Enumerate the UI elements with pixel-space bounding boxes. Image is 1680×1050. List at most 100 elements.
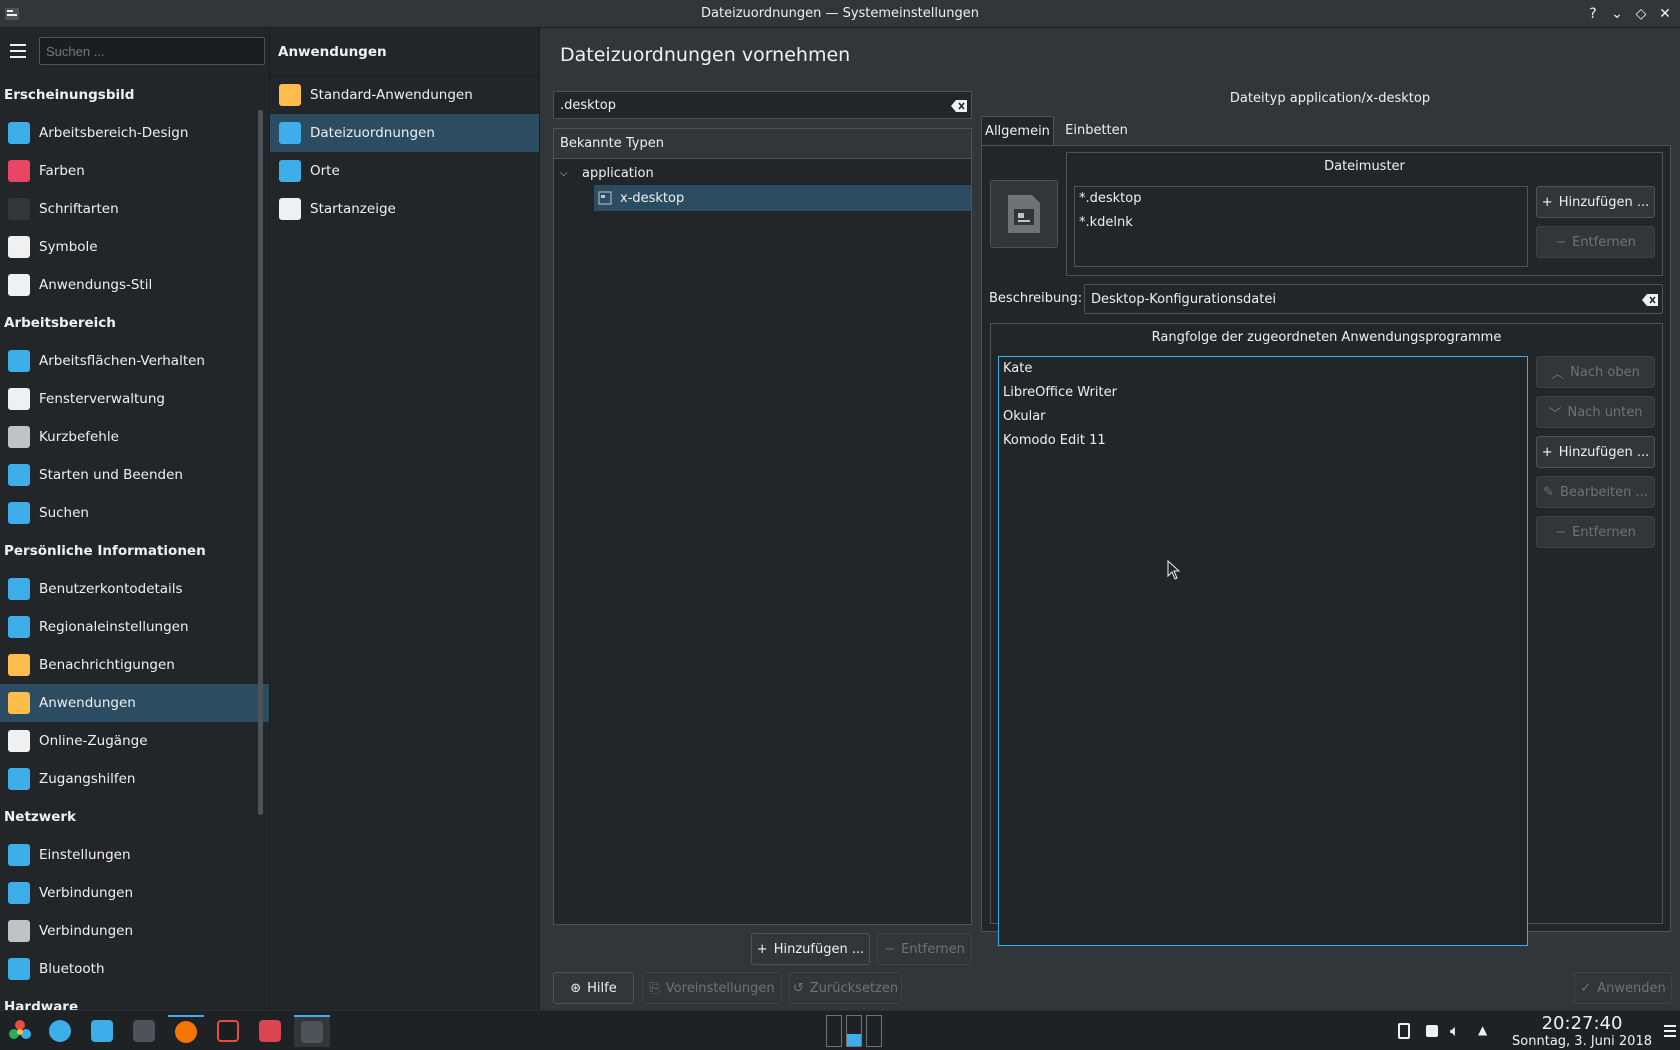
known-types-tree[interactable]: Bekannte Typen ⌵ application x-desktop <box>553 128 972 925</box>
sidebar-item[interactable]: Kurzbefehle <box>0 418 269 456</box>
remove-pattern-button[interactable]: − Entfernen <box>1536 226 1655 258</box>
list-item[interactable]: Komodo Edit 11 <box>1003 433 1106 448</box>
sidebar-item-label: Kurzbefehle <box>39 429 119 445</box>
tab-general[interactable]: Allgemein <box>981 116 1054 146</box>
plus-icon: + <box>1541 194 1553 210</box>
lock-icon[interactable] <box>1426 1025 1438 1037</box>
edit-app-button[interactable]: ✎ Bearbeiten ... <box>1536 476 1655 508</box>
list-item[interactable]: *.desktop <box>1079 191 1142 206</box>
subpanel-item[interactable]: Dateizuordnungen <box>270 114 539 152</box>
filter-field[interactable]: .desktop <box>553 91 972 119</box>
add-type-button[interactable]: + Hinzufügen ... <box>751 933 870 965</box>
sidebar-item[interactable]: Regionaleinstellungen <box>0 608 269 646</box>
panel-menu-icon[interactable] <box>1664 1025 1676 1037</box>
description-input[interactable]: Desktop-Konfigurationsdatei <box>1091 292 1276 307</box>
apply-button[interactable]: ✓ Anwenden <box>1574 972 1672 1004</box>
sidebar-item[interactable]: Bluetooth <box>0 950 269 988</box>
minimize-button[interactable]: ⌄ <box>1608 4 1626 24</box>
fonts-icon <box>8 198 30 220</box>
list-item[interactable]: Okular <box>1003 409 1046 424</box>
app-launcher-icon[interactable] <box>2 1015 38 1047</box>
reset-button[interactable]: ↺ Zurücksetzen <box>789 972 902 1004</box>
defaults-button[interactable]: ⎘ Voreinstellungen <box>642 972 782 1004</box>
sidebar-scrollbar[interactable] <box>258 110 263 815</box>
desktop-file-icon <box>598 191 612 205</box>
subpanel-item-label: Startanzeige <box>310 201 396 217</box>
tab-embedding[interactable]: Einbetten <box>1054 116 1139 146</box>
sidebar-item[interactable]: Verbindungen <box>0 874 269 912</box>
help-window-button[interactable]: ? <box>1584 4 1602 24</box>
sidebar-category-heading: Persönliche Informationen <box>4 543 206 559</box>
subpanel-item[interactable]: Orte <box>270 152 539 190</box>
pager-desktop-1[interactable] <box>826 1015 842 1047</box>
firefox-task-icon[interactable] <box>168 1015 204 1047</box>
star-icon <box>279 84 301 106</box>
category-sidebar: Erscheinungsbild Arbeitsbereich-Design Far… <box>0 28 270 1010</box>
sidebar-item[interactable]: Verbindungen <box>0 912 269 950</box>
move-down-button[interactable]: ﹀ Nach unten <box>1536 396 1655 428</box>
sidebar-item[interactable]: Anwendungs-Stil <box>0 266 269 304</box>
colors-icon <box>8 160 30 182</box>
sidebar-item[interactable]: Anwendungen <box>0 684 269 722</box>
remove-type-button[interactable]: − Entfernen <box>877 933 972 965</box>
sidebar-item[interactable]: Schriftarten <box>0 190 269 228</box>
description-field[interactable]: Desktop-Konfigurationsdatei <box>1084 284 1663 314</box>
pager-desktop-2[interactable] <box>846 1015 862 1047</box>
sidebar-item[interactable]: Arbeitsflächen-Verhalten <box>0 342 269 380</box>
patterns-list[interactable]: *.desktop *.kdelnk <box>1074 186 1528 267</box>
sidebar-item-label: Bluetooth <box>39 961 105 977</box>
sidebar-item[interactable]: Symbole <box>0 228 269 266</box>
remove-app-button[interactable]: − Entfernen <box>1536 516 1655 548</box>
sidebar-item[interactable]: Arbeitsbereich-Design <box>0 114 269 152</box>
subpanel-item-label: Standard-Anwendungen <box>310 87 473 103</box>
clear-description-icon[interactable] <box>1642 294 1658 306</box>
launch-feedback-icon <box>279 198 301 220</box>
clear-filter-icon[interactable] <box>951 100 967 112</box>
terminal-task-icon[interactable] <box>126 1015 162 1047</box>
clipboard-icon[interactable] <box>1398 1023 1410 1039</box>
sidebar-item[interactable]: Fensterverwaltung <box>0 380 269 418</box>
filezilla-task-icon[interactable] <box>252 1015 288 1047</box>
chevron-down-icon[interactable]: ⌵ <box>560 168 572 179</box>
sidebar-item[interactable]: Starten und Beenden <box>0 456 269 494</box>
sidebar-search-input[interactable] <box>39 37 265 65</box>
help-button[interactable]: ⊛ Hilfe <box>553 972 634 1004</box>
system-settings-task-icon[interactable] <box>294 1015 330 1047</box>
subpanel-item[interactable]: Startanzeige <box>270 190 539 228</box>
close-button[interactable]: ✕ <box>1656 4 1674 24</box>
pager-desktop-3[interactable] <box>866 1015 882 1047</box>
filetype-icon-button[interactable] <box>990 180 1058 248</box>
add-app-button[interactable]: + Hinzufügen ... <box>1536 436 1655 468</box>
volume-icon[interactable]: 🔈︎ <box>1450 1021 1460 1041</box>
expand-tray-icon[interactable]: ▲ <box>1478 1023 1487 1037</box>
apps-list[interactable]: Kate LibreOffice Writer Okular Komodo Ed… <box>998 356 1528 946</box>
pager[interactable] <box>826 1015 890 1047</box>
sidebar-item[interactable]: Benutzerkontodetails <box>0 570 269 608</box>
sidebar-item-label: Anwendungen <box>39 695 136 711</box>
komodo-task-icon[interactable] <box>210 1015 246 1047</box>
tree-group-application[interactable]: ⌵ application <box>560 161 654 185</box>
file-manager-task-icon[interactable] <box>84 1015 120 1047</box>
title-bar: Dateizuordnungen — Systemeinstellungen ?… <box>0 0 1680 28</box>
list-item[interactable]: Kate <box>1003 361 1032 376</box>
sidebar-item[interactable]: Benachrichtigungen <box>0 646 269 684</box>
maximize-button[interactable]: ◇ <box>1632 4 1650 24</box>
list-item[interactable]: LibreOffice Writer <box>1003 385 1117 400</box>
sidebar-item[interactable]: Suchen <box>0 494 269 532</box>
sidebar-item[interactable]: Farben <box>0 152 269 190</box>
list-item[interactable]: *.kdelnk <box>1079 215 1133 230</box>
sidebar-item[interactable]: Zugangshilfen <box>0 760 269 798</box>
mouse-cursor-icon <box>1167 560 1181 580</box>
sidebar-item-label: Symbole <box>39 239 98 255</box>
move-up-button[interactable]: ︿ Nach oben <box>1536 356 1655 388</box>
browser-task-icon[interactable] <box>42 1015 78 1047</box>
subpanel-item[interactable]: Standard-Anwendungen <box>270 76 539 114</box>
tree-item-x-desktop[interactable]: x-desktop <box>594 185 971 211</box>
main-content: Dateizuordnungen vornehmen .desktop Beka… <box>540 28 1680 1010</box>
hamburger-menu-icon[interactable] <box>10 44 26 58</box>
add-pattern-button[interactable]: + Hinzufügen ... <box>1536 186 1655 218</box>
sidebar-item[interactable]: Online-Zugänge <box>0 722 269 760</box>
digital-clock[interactable]: 20:27:40 Sonntag, 3. Juni 2018 <box>1512 1013 1652 1049</box>
sidebar-item[interactable]: Einstellungen <box>0 836 269 874</box>
filter-input[interactable]: .desktop <box>560 98 616 113</box>
